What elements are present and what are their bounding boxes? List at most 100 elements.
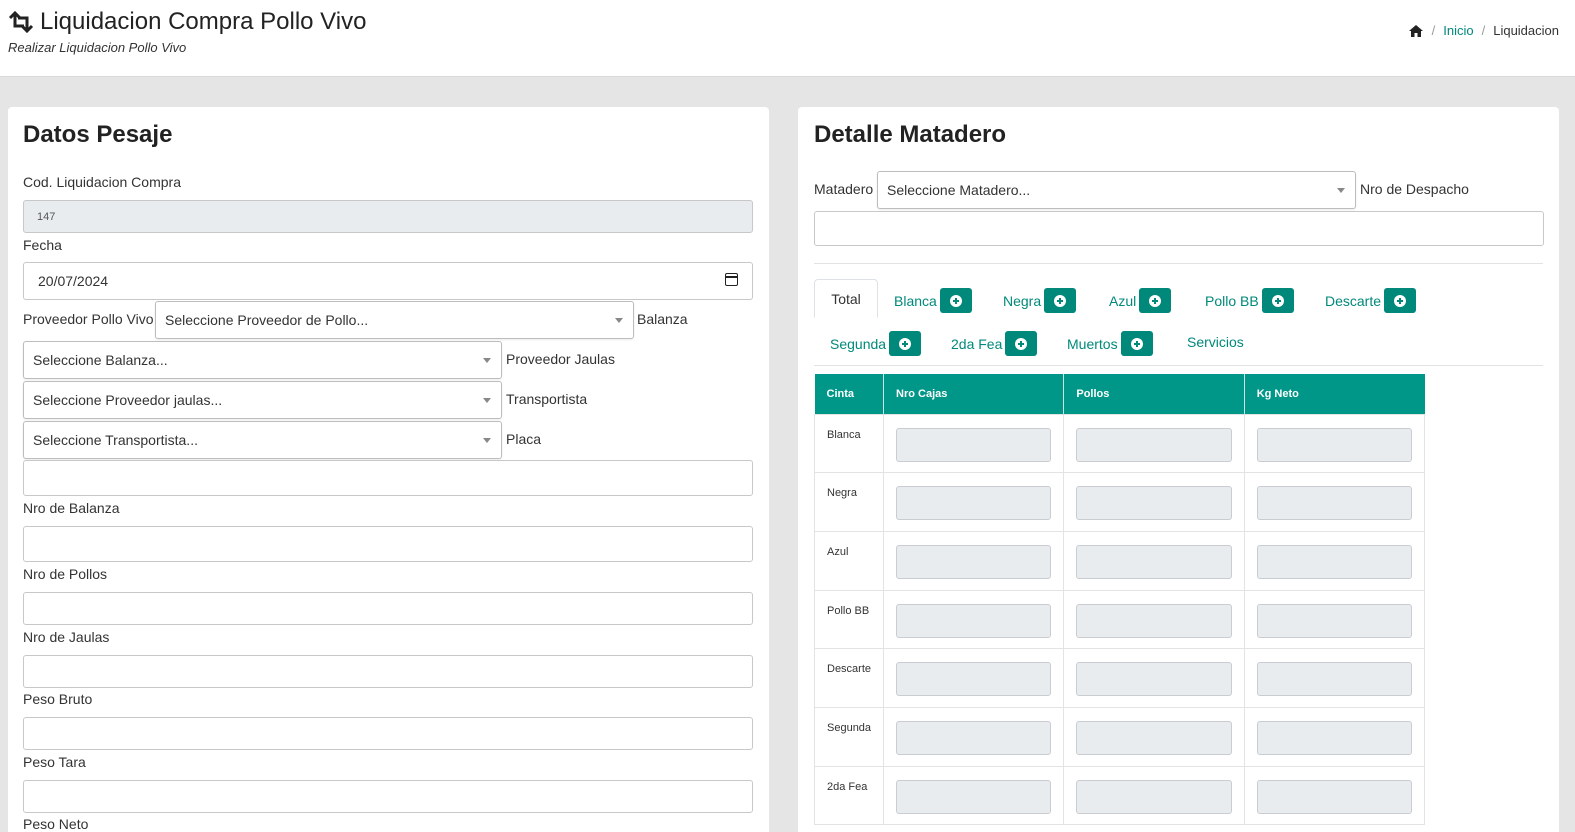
cod-liquidacion-input: 147 (23, 200, 753, 233)
plus-circle-icon[interactable] (1139, 288, 1172, 313)
column-header-kg-neto: Kg Neto (1244, 374, 1425, 414)
tab-pollo-bb[interactable]: Pollo BB (1205, 288, 1294, 313)
plus-circle-icon[interactable] (939, 288, 972, 313)
breadcrumb-current: Liquidacion (1493, 23, 1559, 38)
nro-cajas-input (896, 544, 1052, 579)
tab-descarte[interactable]: Descarte (1325, 288, 1417, 313)
nro-despacho-input[interactable] (814, 211, 1544, 246)
fecha-value: 20/07/2024 (38, 273, 109, 289)
row-label: Pollo BB (813, 589, 885, 650)
matadero-label: Matadero (814, 181, 874, 197)
row-label: Segunda (813, 706, 885, 767)
nro-jaulas-label: Nro de Jaulas (23, 629, 110, 645)
transportista-placeholder: Seleccione Transportista... (33, 432, 198, 448)
fecha-label: Fecha (23, 237, 62, 253)
proveedor-jaulas-select[interactable]: Seleccione Proveedor jaulas... (23, 381, 502, 419)
datos-pesaje-title: Datos Pesaje (23, 121, 173, 148)
tab-negra[interactable]: Negra (1003, 288, 1077, 313)
tab-2da-fea[interactable]: 2da Fea (951, 331, 1038, 356)
nro-cajas-input (896, 603, 1052, 638)
table-row: Azul (813, 530, 1426, 591)
nro-jaulas-input[interactable] (23, 655, 753, 688)
table-row: Descarte (813, 648, 1426, 708)
detalle-matadero-title: Detalle Matadero (814, 121, 1007, 148)
plus-circle-icon[interactable] (1384, 288, 1417, 313)
transportista-label: Transportista (506, 391, 588, 407)
cod-liquidacion-label: Cod. Liquidacion Compra (23, 174, 181, 190)
placa-input[interactable] (23, 460, 753, 496)
plus-circle-icon[interactable] (1261, 288, 1294, 313)
plus-circle-icon[interactable] (1005, 331, 1038, 356)
balanza-label: Balanza (637, 311, 688, 327)
tab-blanca[interactable]: Blanca (894, 288, 972, 313)
row-label: 2da Fea (813, 765, 885, 826)
kg-neto-input (1256, 427, 1412, 462)
peso-neto-label: Peso Neto (23, 816, 89, 832)
page-title: Liquidacion Compra Pollo Vivo (8, 8, 366, 36)
transportista-select[interactable]: Seleccione Transportista... (23, 421, 502, 459)
tab-blanca-label: Blanca (894, 292, 937, 309)
nro-cajas-input (896, 662, 1052, 697)
pollos-input (1076, 427, 1232, 462)
proveedor-jaulas-placeholder: Seleccione Proveedor jaulas... (33, 392, 223, 408)
nro-cajas-input (896, 486, 1052, 521)
tab-servicios[interactable]: Servicios (1187, 334, 1244, 350)
page-subtitle: Realizar Liquidacion Pollo Vivo (8, 40, 187, 55)
proveedor-jaulas-label: Proveedor Jaulas (506, 351, 615, 367)
row-label: Descarte (813, 648, 885, 708)
table-header-row: Cinta Nro Cajas Pollos Kg Neto (814, 374, 1425, 414)
tab-total[interactable]: Total (814, 279, 878, 318)
pollos-input (1076, 603, 1232, 638)
nro-balanza-input[interactable] (23, 526, 753, 562)
tab-negra-label: Negra (1003, 292, 1042, 309)
page-title-text: Liquidacion Compra Pollo Vivo (40, 8, 367, 35)
peso-tara-input[interactable] (23, 780, 753, 813)
table-row: Segunda (813, 706, 1426, 767)
plus-circle-icon[interactable] (1044, 288, 1077, 313)
nro-pollos-label: Nro de Pollos (23, 566, 108, 582)
calendar-icon[interactable] (725, 273, 738, 286)
caret-down-icon (483, 438, 491, 443)
matadero-placeholder: Seleccione Matadero... (887, 182, 1031, 198)
placa-label: Placa (506, 431, 542, 447)
table-row: Pollo BB (813, 589, 1426, 650)
page-header: Liquidacion Compra Pollo Vivo Realizar L… (0, 0, 1575, 77)
tab-azul[interactable]: Azul (1109, 288, 1172, 313)
nro-pollos-input[interactable] (23, 592, 753, 625)
column-header-pollos: Pollos (1063, 374, 1245, 414)
tab-2da-fea-label: 2da Fea (951, 335, 1003, 352)
peso-bruto-label: Peso Bruto (23, 691, 93, 707)
tab-muertos[interactable]: Muertos (1067, 331, 1153, 356)
home-icon[interactable] (1408, 24, 1424, 38)
pollos-input (1076, 662, 1232, 697)
tab-servicios-label: Servicios (1187, 334, 1244, 350)
table-row: Blanca (813, 413, 1426, 474)
breadcrumb-inicio-link[interactable]: Inicio (1443, 23, 1473, 38)
divider (814, 263, 1543, 264)
proveedor-pollo-select[interactable]: Seleccione Proveedor de Pollo... (155, 301, 634, 339)
tab-segunda[interactable]: Segunda (830, 331, 922, 356)
peso-bruto-input[interactable] (23, 717, 753, 750)
nro-cajas-input (896, 427, 1052, 462)
retweet-icon (8, 11, 34, 33)
caret-down-icon (483, 398, 491, 403)
tabs-divider (814, 365, 1543, 366)
balanza-select[interactable]: Seleccione Balanza... (23, 341, 502, 379)
pollos-input (1076, 544, 1232, 579)
tab-total-label: Total (831, 290, 861, 307)
plus-circle-icon[interactable] (1120, 331, 1153, 356)
kg-neto-input (1256, 486, 1412, 521)
pollos-input (1076, 779, 1232, 814)
column-header-cinta: Cinta (814, 374, 885, 414)
matadero-select[interactable]: Seleccione Matadero... (877, 171, 1356, 209)
proveedor-pollo-placeholder: Seleccione Proveedor de Pollo... (165, 312, 369, 328)
plus-circle-icon[interactable] (889, 331, 922, 356)
breadcrumb-separator: / (1481, 23, 1486, 38)
detalle-matadero-panel: Detalle Matadero Matadero Seleccione Mat… (798, 107, 1559, 832)
nro-balanza-label: Nro de Balanza (23, 500, 120, 516)
pollos-input (1076, 720, 1232, 755)
table-row: Negra (813, 472, 1426, 532)
tab-segunda-label: Segunda (830, 335, 887, 352)
fecha-input[interactable]: 20/07/2024 (23, 262, 753, 300)
datos-pesaje-panel: Datos Pesaje Cod. Liquidacion Compra 147… (8, 107, 769, 832)
